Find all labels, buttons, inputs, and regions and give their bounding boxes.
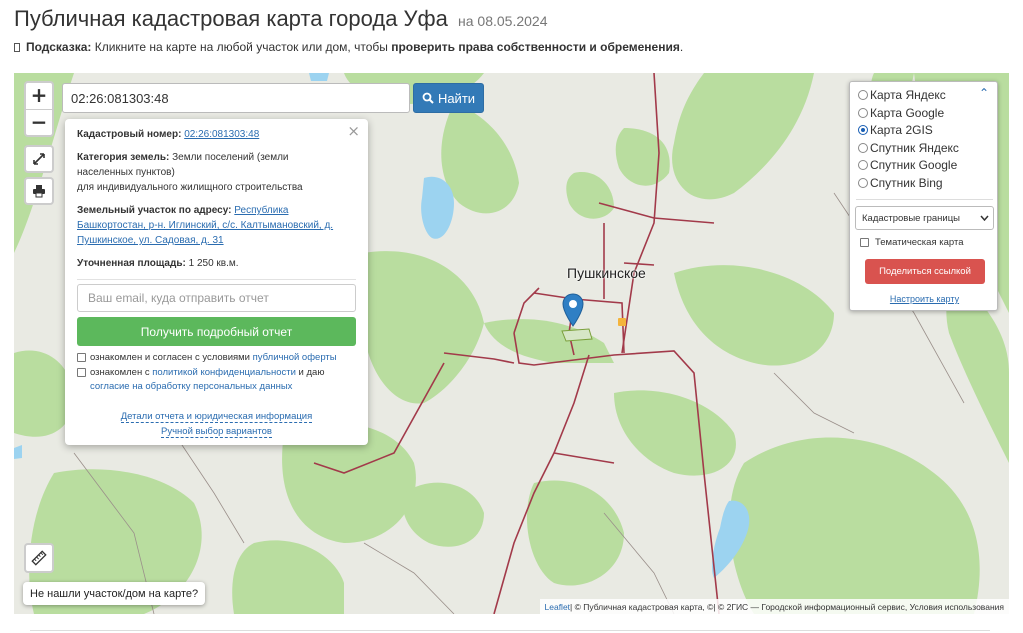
public-offer-link[interactable]: публичной оферты: [253, 352, 337, 363]
overlay-select[interactable]: Кадастровые границы: [855, 206, 994, 230]
layer-label: Спутник Bing: [870, 176, 943, 190]
layer-option-google-satellite[interactable]: Спутник Google: [858, 158, 957, 172]
zoom-out-button[interactable]: −: [26, 109, 52, 135]
poi-marker: [618, 318, 626, 326]
radio-google-map[interactable]: [858, 108, 868, 118]
area-row: Уточненная площадь: 1 250 кв.м.: [77, 256, 356, 271]
hint-icon: [14, 43, 20, 52]
privacy-checkbox[interactable]: [77, 368, 86, 377]
privacy-mid-text: и даю: [295, 367, 325, 378]
cadastral-number-link[interactable]: 02:26:081303:48: [184, 129, 259, 140]
page-divider: [30, 630, 990, 631]
chevron-up-icon[interactable]: ⌃: [979, 86, 989, 100]
hint-text: Кликните на карте на любой участок или д…: [91, 40, 392, 54]
overlay-select-value: Кадастровые границы: [862, 212, 960, 224]
layer-option-bing-satellite[interactable]: Спутник Bing: [858, 176, 943, 190]
expand-icon: [33, 153, 45, 165]
get-report-button[interactable]: Получить подробный отчет: [77, 317, 356, 346]
close-icon[interactable]: ×: [347, 122, 360, 140]
hint-line: Подсказка: Кликните на карте на любой уч…: [14, 40, 683, 54]
privacy-text: ознакомлен с: [90, 367, 153, 378]
cadastral-number-row: Кадастровый номер: 02:26:081303:48: [77, 127, 356, 142]
configure-map-link[interactable]: Настроить карту: [850, 294, 999, 304]
radio-bing-satellite[interactable]: [858, 178, 868, 188]
search-icon: [422, 92, 434, 104]
parcel-outline: [561, 328, 593, 342]
area-label: Уточненная площадь:: [77, 258, 186, 269]
not-found-button[interactable]: Не нашли участок/дом на карте?: [23, 582, 206, 605]
page-title: Публичная кадастровая карта города Уфа н…: [14, 6, 547, 32]
parcel-popup: × Кадастровый номер: 02:26:081303:48 Кат…: [65, 119, 368, 445]
layer-option-yandex-map[interactable]: Карта Яндекс: [858, 88, 946, 102]
offer-checkbox[interactable]: [77, 353, 86, 362]
hint-label: Подсказка:: [26, 40, 92, 54]
chevron-down-icon: [980, 215, 989, 221]
offer-text: ознакомлен и согласен с условиями: [90, 352, 253, 363]
email-field[interactable]: Ваш email, куда отправить отчет: [77, 284, 356, 312]
thematic-checkbox[interactable]: [860, 238, 869, 247]
popup-divider: [77, 279, 356, 280]
location-pin-icon[interactable]: [562, 293, 584, 327]
thematic-label: Тематическая карта: [875, 237, 964, 248]
attribution-text: | © Публичная кадастровая карта, ©| © 2Г…: [570, 601, 1004, 612]
page-title-date: на 08.05.2024: [458, 13, 548, 29]
privacy-agreement-text: ознакомлен с политикой конфиденциальност…: [90, 366, 356, 394]
search-input[interactable]: [62, 83, 410, 113]
radio-yandex-map[interactable]: [858, 90, 868, 100]
hint-emphasis: проверить права собственности и обремене…: [391, 40, 680, 54]
ruler-icon: [31, 550, 47, 566]
layer-label: Карта 2GIS: [870, 123, 933, 137]
layers-divider: [856, 199, 993, 200]
layer-option-google-map[interactable]: Карта Google: [858, 106, 944, 120]
land-use-value: для индивидуального жилищного строительс…: [77, 182, 303, 193]
share-link-button[interactable]: Поделиться ссылкой: [865, 259, 985, 284]
search-button[interactable]: Найти: [413, 83, 484, 113]
radio-google-satellite[interactable]: [858, 160, 868, 170]
privacy-agreement[interactable]: ознакомлен с политикой конфиденциальност…: [77, 366, 356, 394]
layers-panel: ⌃ Карта Яндекс Карта Google Карта 2GIS С…: [849, 81, 998, 311]
privacy-policy-link[interactable]: политикой конфиденциальности: [152, 367, 296, 378]
popup-links: Детали отчета и юридическая информация Р…: [77, 409, 356, 439]
land-category-row: Категория земель: Земли поселений (земли…: [77, 150, 317, 195]
address-row: Земельный участок по адресу: Республика …: [77, 203, 349, 248]
personal-data-consent-link[interactable]: согласие на обработку персональных данны…: [90, 381, 292, 392]
printer-icon: [33, 185, 45, 198]
radio-yandex-satellite[interactable]: [858, 143, 868, 153]
page-title-text: Публичная кадастровая карта города Уфа: [14, 6, 448, 31]
layer-label: Спутник Яндекс: [870, 141, 959, 155]
layer-label: Карта Google: [870, 106, 945, 120]
layer-label: Карта Яндекс: [870, 88, 946, 102]
report-details-link[interactable]: Детали отчета и юридическая информация: [120, 411, 313, 423]
address-label: Земельный участок по адресу:: [77, 205, 232, 216]
zoom-control: + −: [24, 81, 54, 137]
measure-button[interactable]: [24, 543, 54, 573]
map[interactable]: Пушкинское + − Найти × Кадастровый номер…: [14, 73, 1009, 614]
search-button-label: Найти: [437, 90, 476, 106]
hint-end: .: [679, 40, 684, 54]
fullscreen-button[interactable]: [24, 145, 54, 173]
print-button[interactable]: [24, 177, 54, 205]
thematic-map-toggle[interactable]: Тематическая карта: [860, 237, 963, 248]
area-value: 1 250 кв.м.: [188, 258, 239, 269]
map-attribution: Leaflet | © Публичная кадастровая карта,…: [539, 599, 1009, 614]
zoom-in-button[interactable]: +: [26, 83, 52, 109]
radio-2gis-map[interactable]: [858, 125, 868, 135]
leaflet-link[interactable]: Leaflet: [545, 602, 571, 612]
layer-option-2gis-map[interactable]: Карта 2GIS: [858, 123, 933, 137]
town-label: Пушкинское: [567, 265, 646, 281]
layer-option-yandex-satellite[interactable]: Спутник Яндекс: [858, 141, 959, 155]
offer-agreement-text: ознакомлен и согласен с условиями публич…: [90, 351, 337, 365]
land-category-label: Категория земель:: [77, 152, 170, 163]
layer-label: Спутник Google: [870, 158, 958, 172]
cadastral-number-label: Кадастровый номер:: [77, 129, 182, 140]
offer-agreement[interactable]: ознакомлен и согласен с условиями публич…: [77, 351, 356, 365]
manual-choice-link[interactable]: Ручной выбор вариантов: [161, 426, 272, 438]
